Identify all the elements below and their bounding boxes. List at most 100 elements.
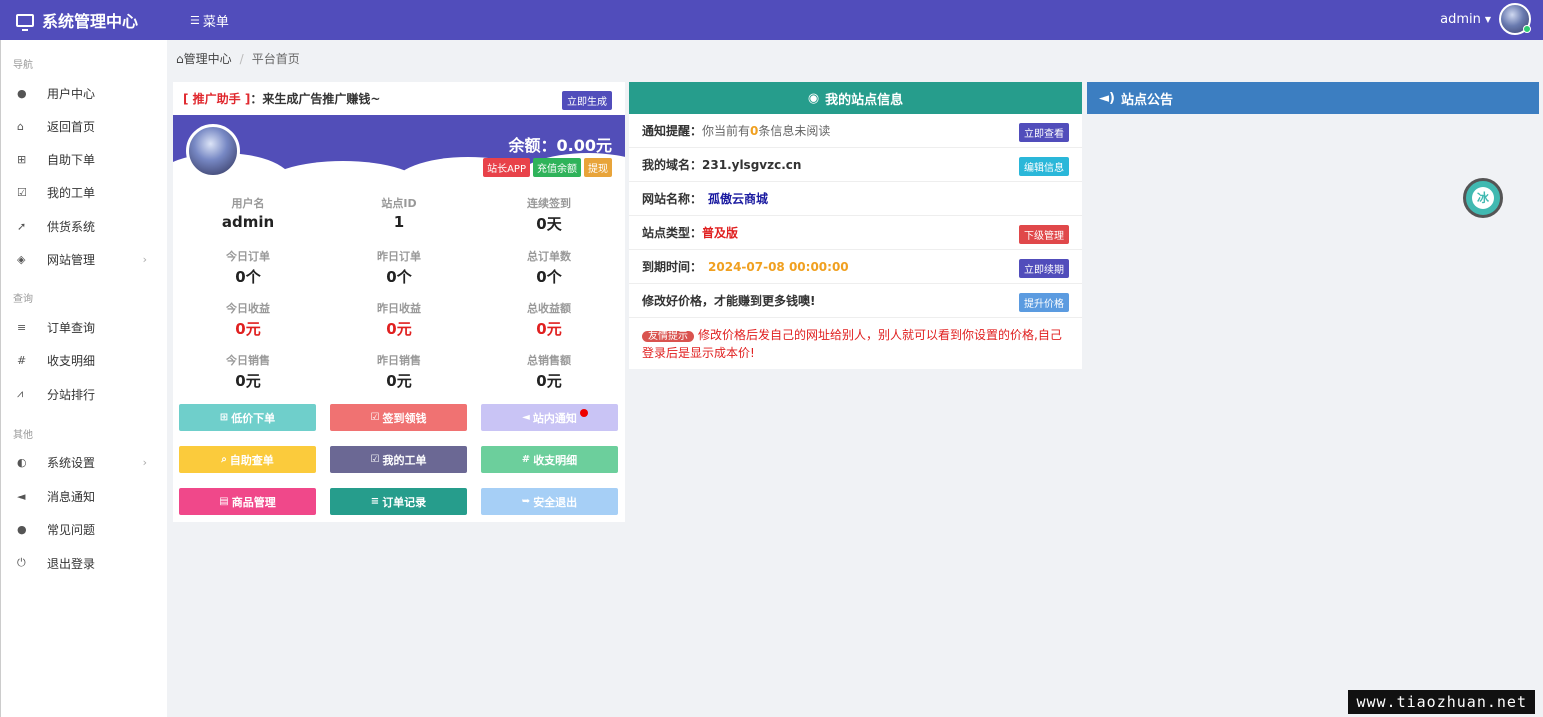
promo-colon: ： (250, 92, 263, 106)
announcement-header: ◄) 站点公告 (1099, 90, 1173, 108)
sidebar-item-user-center[interactable]: ● 用户中心 (17, 83, 157, 103)
search-icon: ⌕ (221, 454, 227, 465)
sidebar-item-supply[interactable]: ➚ 供货系统 (17, 216, 157, 236)
stat-username: 用户名 admin (221, 197, 275, 231)
renew-button[interactable]: 立即续期 (1019, 259, 1069, 278)
list-icon: ≡ (17, 320, 27, 334)
watermark: www.tiaozhuan.net (1348, 690, 1535, 714)
sidebar-item-self-order[interactable]: ⊞ 自助下单 (17, 149, 157, 169)
menu-toggle-button[interactable]: ☰ 菜单 (190, 0, 229, 40)
sidebar-item-home[interactable]: ⌂ 返回首页 (17, 116, 157, 136)
promo-bar: [ 推广助手 ]：来生成广告推广赚钱~ 立即生成 (173, 82, 625, 115)
app-title: 系统管理中心 (42, 12, 139, 31)
self-query-button[interactable]: ⌕ 自助查单 (179, 446, 316, 473)
top-navbar: 系统管理中心 ☰ 菜单 admin ▼ (0, 0, 1543, 40)
order-records-button[interactable]: ≡ 订单记录 (330, 488, 467, 515)
edit-info-button[interactable]: 编辑信息 (1019, 157, 1069, 176)
price-row: 修改好价格，才能赚到更多钱噢! 提升价格 (629, 284, 1082, 318)
sidebar-item-my-tickets[interactable]: ☑ 我的工单 (17, 182, 157, 202)
cube-icon: ◈ (17, 252, 26, 266)
list-icon: ≡ (370, 496, 380, 507)
sidebar-item-faq[interactable]: ● 常见问题 (17, 519, 157, 539)
promo-text: 来生成广告推广赚钱~ (262, 92, 381, 106)
sidebar: 导航 ● 用户中心 ⌂ 返回首页 ⊞ 自助下单 ☑ 我的工单 ➚ 供货系统 ◈ 网站管理 › … (0, 40, 167, 717)
brand[interactable]: 系统管理中心 (16, 0, 138, 40)
sidebar-item-settings[interactable]: ◐ 系统设置 › (17, 452, 157, 472)
stat-site-id: 站点ID 1 (381, 197, 417, 231)
withdraw-tag[interactable]: 提现 (584, 158, 612, 177)
sidebar-item-notifications[interactable]: ◄ 消息通知 (17, 486, 157, 506)
mascot-float-icon[interactable]: 冰 (1463, 178, 1503, 218)
power-icon: ⏻ (17, 556, 26, 569)
sidebar-item-label: 我的工单 (47, 185, 96, 200)
sidebar-item-logout[interactable]: ⏻ 退出登录 (17, 553, 157, 573)
online-status-dot (1523, 25, 1531, 33)
avatar[interactable] (186, 124, 240, 178)
list-icon: ☰ (190, 13, 200, 27)
finance-button[interactable]: # 收支明细 (481, 446, 618, 473)
profile-card: 余额：0.00元 站长APP 充值余额 提现 用户名 admin 站点ID 1 连续… (173, 115, 625, 522)
raise-price-button[interactable]: 提升价格 (1019, 293, 1069, 312)
announcement-panel: ◄) 站点公告 (1087, 82, 1539, 114)
balance: 余额：0.00元 (508, 136, 612, 155)
cheap-order-button[interactable]: ⊞ 低价下单 (179, 404, 316, 431)
breadcrumb-home[interactable]: 管理中心 (184, 52, 232, 66)
sidebar-item-label: 收支明细 (47, 353, 96, 368)
recharge-tag[interactable]: 充值余额 (533, 158, 581, 177)
stat-yesterday-income: 昨日收益 0元 (377, 302, 421, 338)
notice-row: 通知提醒： 你当前有 0 条信息未阅读 立即查看 (629, 114, 1082, 148)
unread-dot (580, 409, 588, 417)
bullhorn-icon: ◄ (522, 412, 530, 423)
user-menu[interactable]: admin ▼ (1440, 3, 1531, 35)
sidebar-item-label: 用户中心 (47, 86, 96, 101)
breadcrumb-current: 平台首页 (251, 52, 300, 66)
username: admin (1440, 11, 1481, 27)
friendly-tip: 友情提示 修改价格后发自己的网址给别人，别人就可以看到你设置的价格,自己登录后是显… (642, 328, 1062, 360)
home-icon: ⌂ (17, 119, 24, 133)
sidebar-item-label: 供货系统 (47, 219, 96, 234)
sidebar-item-label: 分站排行 (47, 387, 96, 402)
stat-today-sales: 今日销售 0元 (226, 354, 270, 390)
sidebar-item-order-query[interactable]: ≡ 订单查询 (17, 317, 157, 337)
stat-today-income: 今日收益 0元 (226, 302, 270, 338)
app-tag[interactable]: 站长APP (483, 158, 530, 177)
check-icon: ☑ (370, 412, 380, 423)
sidebar-section-label: 导航 (13, 60, 33, 71)
site-info-header: ◉ 我的站点信息 (629, 82, 1082, 114)
safe-logout-button[interactable]: ➥ 安全退出 (481, 488, 618, 515)
stat-total-orders: 总订单数 0个 (527, 250, 571, 286)
site-info-panel: ◉ 我的站点信息 通知提醒： 你当前有 0 条信息未阅读 立即查看 我的域名： 231.y… (629, 82, 1082, 369)
sidebar-section-label: 查询 (13, 294, 33, 305)
product-manage-button[interactable]: ▤ 商品管理 (179, 488, 316, 515)
globe-icon: ◉ (807, 90, 820, 106)
check-square-icon: ☑ (370, 454, 380, 465)
sidebar-item-site-manage[interactable]: ◈ 网站管理 › (17, 249, 157, 269)
sidebar-section-label: 其他 (13, 430, 33, 441)
sidebar-item-label: 订单查询 (47, 320, 96, 335)
stat-today-orders: 今日订单 0个 (226, 250, 270, 286)
hashtag-icon: # (17, 353, 27, 367)
sidebar-item-ranking[interactable]: ⩘ 分站排行 (17, 384, 157, 404)
sidebar-item-label: 返回首页 (47, 119, 96, 134)
stat-checkin: 连续签到 0天 (527, 197, 571, 233)
volume-icon: ◄) (1099, 90, 1115, 106)
view-now-button[interactable]: 立即查看 (1019, 123, 1069, 142)
stat-total-sales: 总销售额 0元 (527, 354, 571, 390)
rocket-icon: ➚ (17, 219, 27, 233)
avatar[interactable] (1499, 3, 1531, 35)
table-icon: ▤ (219, 496, 229, 507)
my-tickets-button[interactable]: ☑ 我的工单 (330, 446, 467, 473)
checkin-button[interactable]: ☑ 签到领钱 (330, 404, 467, 431)
generate-ad-button[interactable]: 立即生成 (562, 91, 612, 110)
sidebar-item-finance[interactable]: # 收支明细 (17, 350, 157, 370)
stat-yesterday-sales: 昨日销售 0元 (377, 354, 421, 390)
stat-total-income: 总收益额 0元 (527, 302, 571, 338)
sidebar-item-label: 退出登录 (47, 556, 96, 571)
site-notice-button[interactable]: ◄ 站内通知 (481, 404, 618, 431)
line-chart-icon: ⩘ (17, 387, 24, 400)
sidebar-item-label: 系统设置 (47, 455, 96, 470)
sub-manage-button[interactable]: 下级管理 (1019, 225, 1069, 244)
sign-out-icon: ➥ (521, 496, 531, 507)
cart-icon: ⊞ (17, 152, 27, 166)
expire-row: 到期时间： 2024-07-08 00:00:00 立即续期 (629, 250, 1082, 284)
